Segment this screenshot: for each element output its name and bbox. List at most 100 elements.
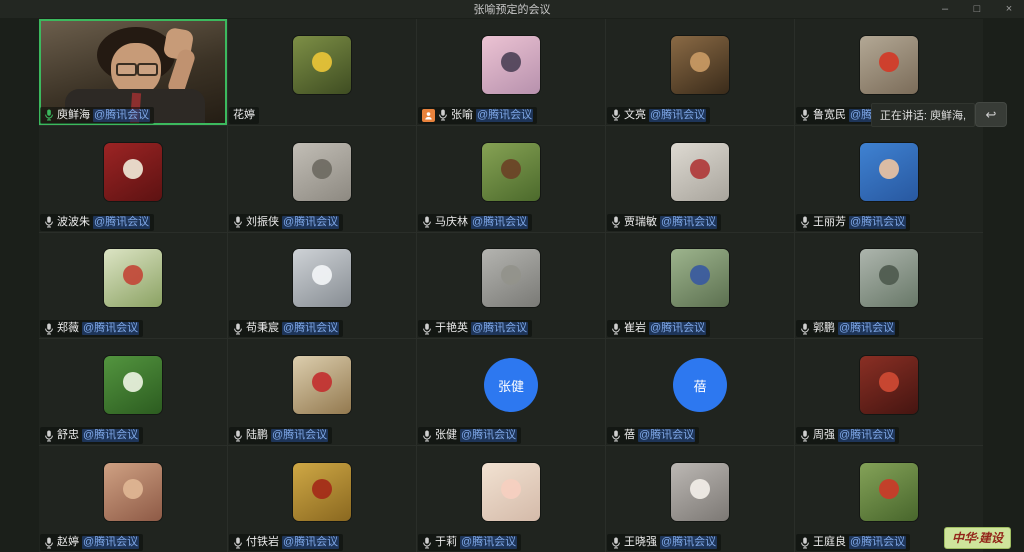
participant-suffix: @腾讯会议 [282, 322, 339, 335]
participant-tile[interactable]: 郭鹏@腾讯会议 [795, 233, 983, 339]
avatar: 蓓 [673, 358, 727, 412]
participant-name: 赵婷 [57, 536, 79, 549]
participant-tile[interactable]: 付铁岩@腾讯会议 [228, 446, 416, 552]
participant-tile[interactable]: 周强@腾讯会议 [795, 339, 983, 445]
participant-label: 郑薇@腾讯会议 [40, 320, 143, 337]
avatar [104, 249, 162, 307]
minimize-button[interactable]: – [938, 0, 952, 18]
participant-name: 贾瑞敏 [624, 216, 657, 229]
avatar-accent [690, 52, 710, 72]
close-button[interactable]: × [1002, 0, 1016, 18]
avatar-accent [123, 265, 143, 285]
participant-tile[interactable]: 舒忠@腾讯会议 [39, 339, 227, 445]
participant-name: 庾鲜海 [57, 109, 90, 122]
avatar-accent [690, 479, 710, 499]
microphone-icon [44, 430, 54, 442]
participant-tile[interactable]: 张喻@腾讯会议 [417, 19, 605, 125]
participant-tile[interactable]: 苟秉宸@腾讯会议 [228, 233, 416, 339]
avatar-accent [312, 265, 332, 285]
participant-label: 刘振侠@腾讯会议 [229, 214, 343, 231]
microphone-icon [422, 216, 432, 228]
avatar-accent [690, 159, 710, 179]
participant-tile[interactable]: 庾鲜海@腾讯会议 [39, 19, 227, 125]
microphone-icon [800, 430, 810, 442]
participant-label: 陆鹏@腾讯会议 [229, 427, 332, 444]
avatar [293, 36, 351, 94]
participant-tile[interactable]: 郑薇@腾讯会议 [39, 233, 227, 339]
participant-tile[interactable]: 陆鹏@腾讯会议 [228, 339, 416, 445]
avatar [671, 249, 729, 307]
microphone-icon [44, 323, 54, 335]
participant-tile[interactable]: 于莉@腾讯会议 [417, 446, 605, 552]
participant-tile[interactable]: 张健张健@腾讯会议 [417, 339, 605, 445]
title-bar: 张喻预定的会议 – □ × [0, 0, 1024, 18]
participant-tile[interactable]: 刘振侠@腾讯会议 [228, 126, 416, 232]
participant-label: 贾瑞敏@腾讯会议 [607, 214, 721, 231]
microphone-icon [800, 109, 810, 121]
avatar-accent [123, 372, 143, 392]
microphone-icon [44, 216, 54, 228]
participant-suffix: @腾讯会议 [471, 216, 528, 229]
watermark-badge: 中华·建设 [944, 527, 1011, 549]
microphone-icon [233, 216, 243, 228]
microphone-icon [611, 109, 621, 121]
participant-tile[interactable]: 花婷 [228, 19, 416, 125]
participant-tile[interactable]: 王晓强@腾讯会议 [606, 446, 794, 552]
microphone-icon [44, 109, 54, 121]
avatar [293, 463, 351, 521]
avatar-accent [879, 52, 899, 72]
participant-name: 苟秉宸 [246, 322, 279, 335]
speaking-toast: 正在讲话: 庾鲜海, [871, 103, 975, 127]
participant-label: 于艳英@腾讯会议 [418, 320, 532, 337]
avatar-accent [879, 265, 899, 285]
participant-suffix: @腾讯会议 [93, 216, 150, 229]
participant-suffix: @腾讯会议 [93, 109, 150, 122]
window-controls: – □ × [938, 0, 1016, 18]
participant-label: 庾鲜海@腾讯会议 [40, 107, 154, 124]
microphone-icon [438, 109, 448, 121]
avatar [860, 36, 918, 94]
participant-name: 花婷 [233, 109, 255, 122]
participant-suffix: @腾讯会议 [82, 322, 139, 335]
participant-tile[interactable]: 马庆林@腾讯会议 [417, 126, 605, 232]
participant-suffix: @腾讯会议 [660, 216, 717, 229]
participant-suffix: @腾讯会议 [838, 429, 895, 442]
avatar [482, 249, 540, 307]
maximize-button[interactable]: □ [970, 0, 984, 18]
avatar [482, 36, 540, 94]
avatar [860, 249, 918, 307]
participant-grid: 庾鲜海@腾讯会议花婷张喻@腾讯会议文亮@腾讯会议鲁宽民@腾讯会议波波朱@腾讯会议… [39, 19, 983, 552]
participant-tile[interactable]: 波波朱@腾讯会议 [39, 126, 227, 232]
microphone-icon [44, 537, 54, 549]
avatar-accent [879, 159, 899, 179]
meeting-window: 张喻预定的会议 – □ × 庾鲜海@腾讯会议花婷张喻@腾讯会议文亮@腾讯会议鲁宽… [0, 0, 1024, 552]
avatar [860, 143, 918, 201]
avatar-accent [123, 479, 143, 499]
participant-suffix: @腾讯会议 [849, 216, 906, 229]
avatar-accent [312, 159, 332, 179]
avatar-accent [312, 479, 332, 499]
avatar-accent [123, 159, 143, 179]
participant-tile[interactable]: 崔岩@腾讯会议 [606, 233, 794, 339]
participant-tile[interactable]: 王丽芳@腾讯会议 [795, 126, 983, 232]
avatar-accent [312, 52, 332, 72]
participant-name: 舒忠 [57, 429, 79, 442]
return-arrow-button[interactable]: ↩ [975, 102, 1007, 127]
participant-name: 王丽芳 [813, 216, 846, 229]
participant-name: 于莉 [435, 536, 457, 549]
microphone-icon [422, 323, 432, 335]
participant-tile[interactable]: 赵婷@腾讯会议 [39, 446, 227, 552]
participant-tile[interactable]: 贾瑞敏@腾讯会议 [606, 126, 794, 232]
participant-suffix: @腾讯会议 [471, 322, 528, 335]
participant-tile[interactable]: 于艳英@腾讯会议 [417, 233, 605, 339]
participant-tile[interactable]: 文亮@腾讯会议 [606, 19, 794, 125]
participant-name: 马庆林 [435, 216, 468, 229]
microphone-icon [800, 537, 810, 549]
host-icon [422, 109, 435, 122]
participant-suffix: @腾讯会议 [638, 429, 695, 442]
participant-tile[interactable]: 蓓蓓@腾讯会议 [606, 339, 794, 445]
return-arrow-icon: ↩ [986, 107, 997, 123]
participant-name: 鲁宽民 [813, 109, 846, 122]
avatar-accent [501, 479, 521, 499]
participant-label: 赵婷@腾讯会议 [40, 534, 143, 551]
